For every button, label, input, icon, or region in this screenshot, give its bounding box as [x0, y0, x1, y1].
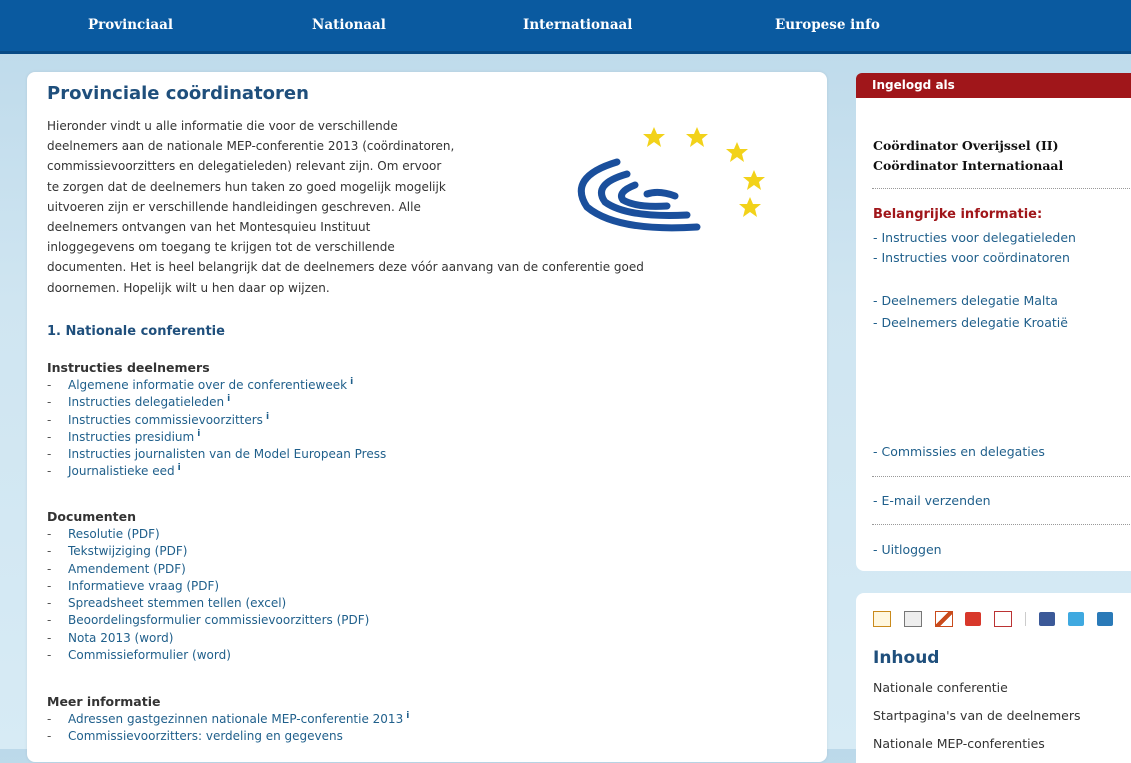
- link-instructies-presidium[interactable]: Instructies presidium: [68, 430, 194, 444]
- intro-line: uitvoeren zijn er verschillende handleid…: [47, 199, 421, 214]
- intro-line: commissievoorzitters en delegatieleden) …: [47, 159, 442, 174]
- divider: [872, 524, 1131, 525]
- list-item: - Commissievoorzitters: verdeling en gege…: [47, 729, 343, 744]
- list-item: - Spreadsheet stemmen tellen (excel): [47, 596, 287, 611]
- user-role-line: Coördinator Overijssel (II): [873, 138, 1059, 153]
- main-content-panel: Provinciale coördinatoren Hieronder vind…: [27, 72, 827, 762]
- list-item: - Resolutie (PDF): [47, 527, 160, 541]
- home-icon[interactable]: [934, 611, 953, 627]
- section-title-nationale-conferentie: 1. Nationale conferentie: [47, 324, 225, 339]
- logged-in-header: Ingelogd als: [856, 73, 1131, 98]
- intro-line: deelnemers aan de nationale MEP-conferen…: [47, 139, 455, 154]
- intro-line: doornemen. Hopelijk wilt u hen daar op w…: [47, 280, 330, 295]
- list-item: - Informatieve vraag (PDF): [47, 578, 220, 593]
- divider: [872, 188, 1131, 189]
- meer-informatie-list: - Adressen gastgezinnen nationale MEP-con…: [47, 711, 409, 746]
- divider: [872, 476, 1131, 477]
- user-roles: Coördinator Overijssel (II) Coördinator …: [873, 136, 1063, 176]
- list-item: - Algemene informatie over de conferentie…: [47, 377, 354, 392]
- link-algemene-informatie[interactable]: Algemene informatie over de conferentiew…: [68, 378, 347, 392]
- link-informatieve-vraag[interactable]: Informatieve vraag (PDF): [68, 579, 219, 593]
- share-icon[interactable]: [965, 612, 982, 626]
- group-title-documenten: Documenten: [47, 509, 137, 524]
- info-icon[interactable]: i: [227, 394, 230, 404]
- list-item: - Instructies delegatieleden i: [47, 394, 231, 410]
- share-toolbar: [873, 611, 1122, 629]
- link-commissieformulier[interactable]: Commissieformulier (word): [68, 648, 231, 662]
- link-instructies-commissievoorzitters[interactable]: Instructies commissievoorzitters: [68, 413, 263, 427]
- important-info-title: Belangrijke informatie:: [873, 207, 1043, 222]
- nav-provinciaal[interactable]: Provinciaal: [88, 17, 173, 33]
- list-item: - Journalistieke eed i: [47, 463, 181, 479]
- link-instructies-delegatieleden[interactable]: Instructies delegatieleden: [68, 395, 224, 409]
- intro-line: deelnemers ontvangen van het Montesquieu…: [47, 220, 371, 235]
- nav-internationaal[interactable]: Internationaal: [523, 17, 632, 33]
- list-item: - Amendement (PDF): [47, 561, 186, 576]
- link-tekstwijziging[interactable]: Tekstwijziging (PDF): [68, 544, 187, 558]
- link-startpagina-deelnemers[interactable]: Startpagina's van de deelnemers: [873, 708, 1081, 723]
- info-icon[interactable]: i: [406, 711, 409, 721]
- group-title-instructies: Instructies deelnemers: [47, 360, 210, 375]
- mail-icon[interactable]: [873, 611, 891, 627]
- print-icon[interactable]: [903, 611, 922, 627]
- link-instructies-voor-delegatieleden[interactable]: - Instructies voor delegatieleden: [873, 230, 1076, 245]
- info-icon[interactable]: i: [350, 377, 353, 387]
- link-amendement[interactable]: Amendement (PDF): [68, 562, 186, 576]
- login-panel: Ingelogd als Coördinator Overijssel (II)…: [856, 73, 1131, 571]
- nav-nationaal[interactable]: Nationaal: [312, 17, 386, 33]
- link-commissies-en-delegaties[interactable]: - Commissies en delegaties: [873, 444, 1045, 459]
- link-deelnemers-kroatie[interactable]: - Deelnemers delegatie Kroatië: [873, 315, 1068, 330]
- link-journalistieke-eed[interactable]: Journalistieke eed: [68, 464, 175, 478]
- list-item: - Nota 2013 (word): [47, 630, 174, 645]
- link-commissievoorzitters-verdeling[interactable]: Commissievoorzitters: verdeling en gegev…: [68, 729, 343, 743]
- link-adressen-gastgezinnen[interactable]: Adressen gastgezinnen nationale MEP-conf…: [68, 712, 403, 726]
- link-nota-2013[interactable]: Nota 2013 (word): [68, 631, 173, 645]
- link-beoordelingsformulier[interactable]: Beoordelingsformulier commissievoorzitte…: [68, 613, 369, 627]
- list-item: - Instructies presidium i: [47, 428, 201, 444]
- user-role-line: Coördinator Internationaal: [873, 158, 1064, 173]
- documenten-list: - Resolutie (PDF) - Tekstwijziging (PDF) -…: [47, 526, 369, 664]
- link-resolutie[interactable]: Resolutie (PDF): [68, 527, 160, 541]
- link-instructies-voor-coordinatoren[interactable]: - Instructies voor coördinatoren: [873, 250, 1070, 265]
- link-nationale-conferentie[interactable]: Nationale conferentie: [873, 680, 1008, 695]
- instructies-list: - Algemene informatie over de conferentie…: [47, 377, 386, 481]
- top-navigation: Provinciaal Nationaal Internationaal Eur…: [0, 0, 1131, 54]
- european-parliament-logo: [577, 127, 765, 232]
- link-uitloggen[interactable]: - Uitloggen: [873, 542, 942, 557]
- nav-europese-info[interactable]: Europese info: [775, 17, 880, 33]
- list-item: - Tekstwijziging (PDF): [47, 544, 188, 559]
- inhoud-panel: Inhoud Nationale conferentie Startpagina…: [856, 593, 1131, 763]
- intro-line: documenten. Het is heel belangrijk dat d…: [47, 260, 644, 275]
- link-email-verzenden[interactable]: - E-mail verzenden: [873, 493, 991, 508]
- twitter-icon[interactable]: [1067, 612, 1084, 626]
- list-item: - Instructies commissievoorzitters i: [47, 411, 270, 427]
- pdf-icon[interactable]: [994, 611, 1013, 627]
- list-item: - Instructies journalisten van de Model E…: [47, 447, 387, 462]
- linkedin-icon[interactable]: [1096, 612, 1113, 626]
- facebook-icon[interactable]: [1038, 612, 1055, 626]
- intro-line: te zorgen dat de deelnemers hun taken zo…: [47, 179, 446, 194]
- list-item: - Beoordelingsformulier commissievoorzitt…: [47, 613, 370, 628]
- divider: [1025, 612, 1027, 626]
- group-title-meer-informatie: Meer informatie: [47, 694, 161, 709]
- list-item: - Adressen gastgezinnen nationale MEP-con…: [47, 711, 410, 726]
- link-instructies-journalisten[interactable]: Instructies journalisten van de Model Eu…: [68, 447, 386, 461]
- page-title: Provinciale coördinatoren: [47, 83, 309, 104]
- info-icon[interactable]: i: [178, 463, 181, 473]
- link-deelnemers-malta[interactable]: - Deelnemers delegatie Malta: [873, 293, 1058, 308]
- info-icon[interactable]: i: [266, 412, 269, 422]
- intro-line: inloggegevens om toegang te krijgen tot …: [47, 240, 395, 255]
- link-spreadsheet[interactable]: Spreadsheet stemmen tellen (excel): [68, 596, 286, 610]
- inhoud-title: Inhoud: [873, 648, 940, 668]
- info-icon[interactable]: i: [197, 429, 200, 439]
- list-item: - Commissieformulier (word): [47, 648, 231, 663]
- intro-line: Hieronder vindt u alle informatie die vo…: [47, 119, 398, 133]
